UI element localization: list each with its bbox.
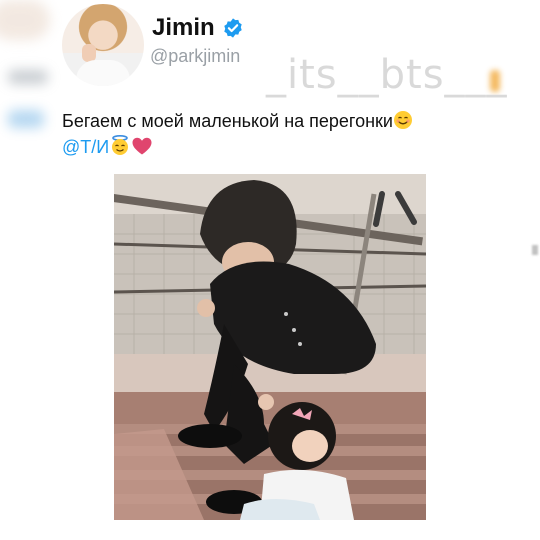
angel-face-icon xyxy=(112,134,129,155)
avatar[interactable] xyxy=(62,4,144,86)
tweet-photo[interactable] xyxy=(114,174,426,520)
photo-illustration xyxy=(114,174,426,520)
tweet-body: Бегаем с моей маленькой на перегонки xyxy=(62,111,393,131)
blurred-background xyxy=(8,70,48,84)
user-handle[interactable]: @parkjimin xyxy=(150,46,240,67)
blurred-background xyxy=(532,245,538,255)
display-name[interactable]: Jimin xyxy=(152,14,215,42)
verified-badge-icon xyxy=(224,18,242,38)
tweet-text: Бегаем с моей маленькой на перегонки @Т/… xyxy=(62,108,482,160)
heart-icon xyxy=(132,137,152,155)
smiling-face-icon xyxy=(394,111,412,129)
watermark: _its__bts___ xyxy=(266,52,508,98)
mention-link[interactable]: @Т/И xyxy=(62,137,109,157)
blurred-background xyxy=(0,0,50,40)
blurred-background xyxy=(8,110,44,128)
avatar-shirt xyxy=(76,60,130,86)
